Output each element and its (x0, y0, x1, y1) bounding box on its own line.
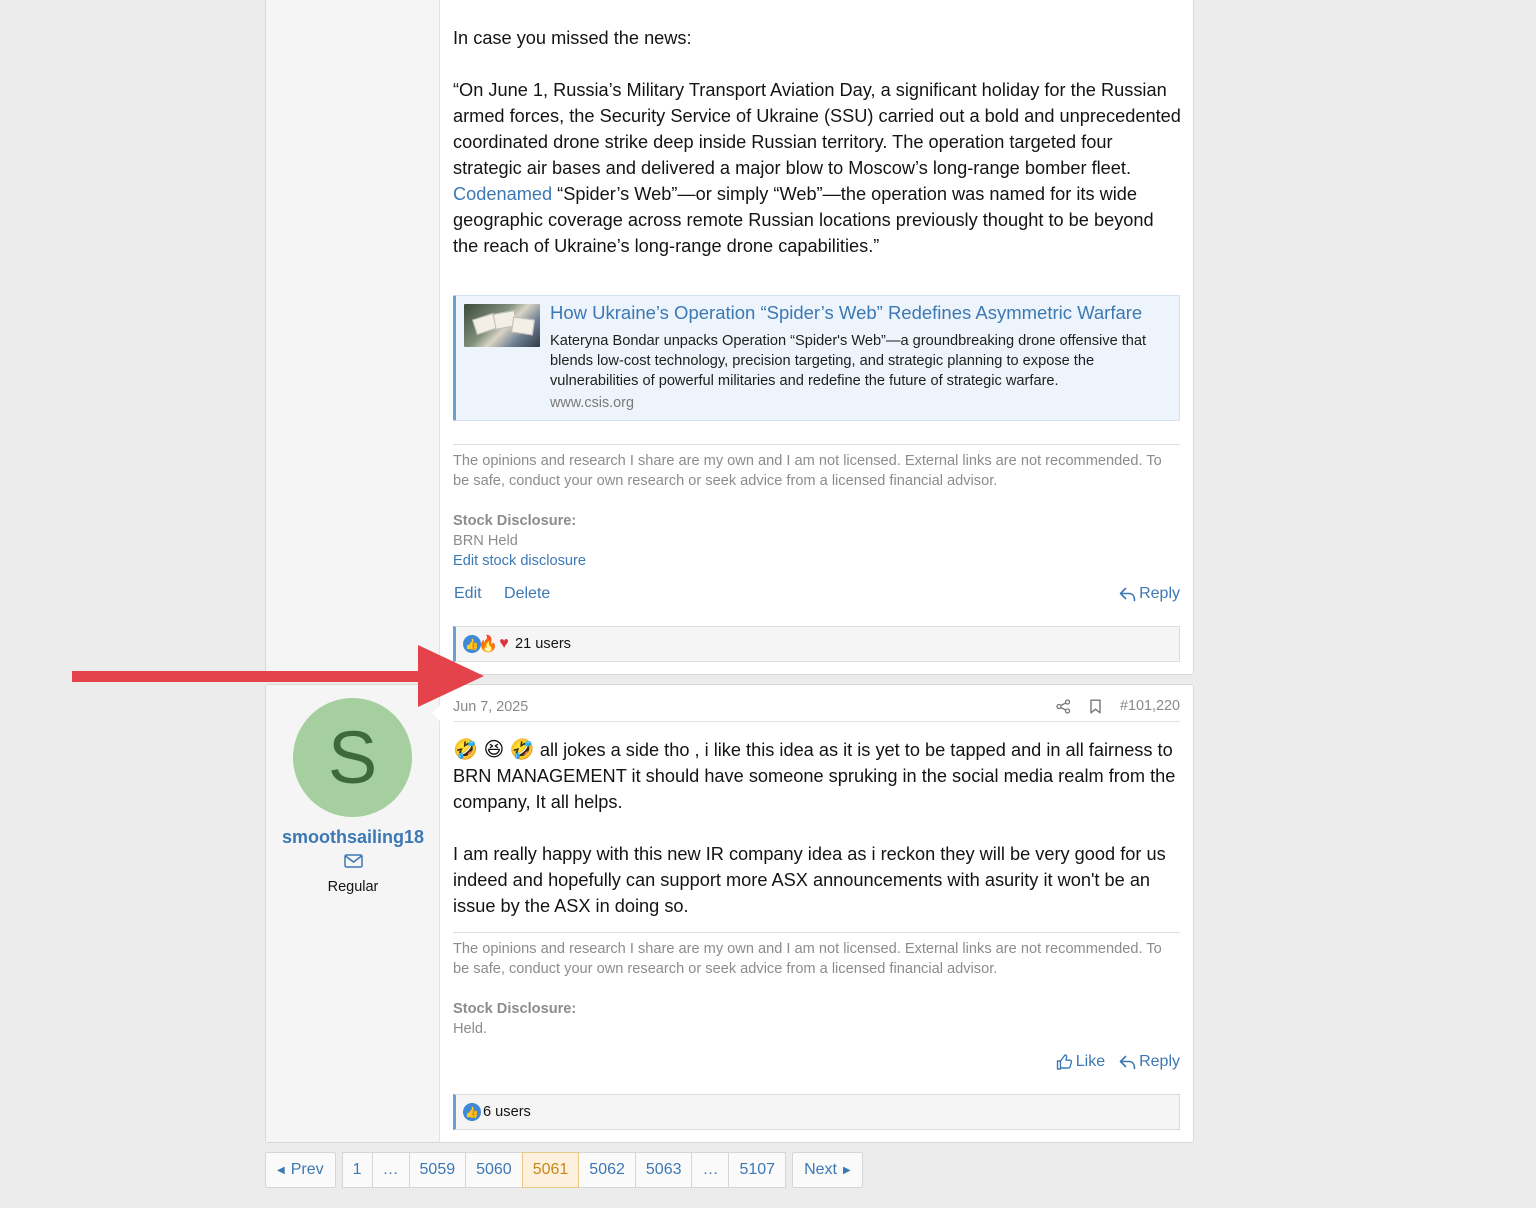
post-smoothsailing18: S smoothsailing18 Regular Jun 7, 2025 #1… (265, 684, 1194, 1143)
post-notch (432, 705, 440, 721)
page-link-last[interactable]: 5107 (728, 1152, 787, 1188)
like-button[interactable]: Like (1056, 1053, 1105, 1071)
page-link-1[interactable]: 1 (341, 1152, 373, 1188)
page-link-5060[interactable]: 5060 (465, 1152, 523, 1188)
reply-button[interactable]: Reply (1119, 585, 1180, 603)
reply-label: Reply (1139, 585, 1180, 602)
envelope-icon (343, 854, 363, 868)
next-label: Next (804, 1161, 837, 1178)
pagination: ◀ Prev 1 … 5059 5060 5061 5062 5063 … 51… (265, 1152, 863, 1188)
reaction-count: 6 users (483, 1104, 531, 1120)
reply-icon (1119, 1055, 1136, 1069)
username-link[interactable]: smoothsailing18 (266, 827, 440, 848)
post-message: 🤣 😆 🤣 all jokes a side tho , i like this… (453, 737, 1183, 919)
stock-disclosure-value: BRN Held (453, 533, 518, 549)
link-preview-title[interactable]: How Ukraine’s Operation “Spider’s Web” R… (550, 302, 1142, 324)
page-link-current[interactable]: 5061 (521, 1152, 580, 1188)
link-preview-domain: www.csis.org (550, 395, 634, 411)
page-ellipsis[interactable]: … (371, 1152, 410, 1188)
user-title: Regular (327, 879, 379, 895)
next-page-button[interactable]: Next ▶ (792, 1152, 863, 1188)
caret-left-icon: ◀ (277, 1164, 285, 1176)
bookmark-icon[interactable] (1089, 699, 1102, 714)
post-actions: Like Reply (453, 1053, 1180, 1077)
emoji-group: 🤣 😆 🤣 (453, 739, 535, 761)
caret-right-icon: ▶ (842, 1164, 851, 1176)
reactions-bar[interactable]: 👍 6 users (453, 1094, 1180, 1130)
reply-button[interactable]: Reply (1119, 1053, 1180, 1071)
annotation-arrow-icon (72, 645, 484, 707)
thumbs-up-icon (1056, 1054, 1072, 1070)
link-preview-thumbnail (464, 304, 540, 347)
reaction-icons: 👍 (463, 1103, 481, 1121)
page-ellipsis[interactable]: … (691, 1152, 730, 1188)
post-actions: Edit Delete Reply (453, 585, 1180, 609)
share-icon[interactable] (1056, 698, 1071, 714)
reply-label: Reply (1139, 1053, 1180, 1070)
reaction-count: 21 users (515, 636, 571, 652)
post-body: In case you missed the news: “On June 1,… (440, 0, 1193, 674)
post-intro: In case you missed the news: (453, 28, 692, 48)
stock-disclosure-value: Held. (453, 1021, 488, 1037)
like-label: Like (1075, 1053, 1106, 1070)
post-quote: “On June 1, Russia’s Military Transport … (453, 77, 1183, 259)
quote-text-2: “Spider’s Web”—or simply “Web”—the opera… (453, 184, 1154, 256)
codenamed-link[interactable]: Codenamed (453, 184, 552, 204)
page-link-5062[interactable]: 5062 (578, 1152, 636, 1188)
stock-disclosure-label: Stock Disclosure: (453, 513, 577, 529)
post-user-column: S smoothsailing18 Regular (266, 685, 440, 1142)
signature-text: The opinions and research I share are my… (453, 941, 1162, 977)
post-previous: In case you missed the news: “On June 1,… (265, 0, 1194, 675)
post-paragraph-1: 🤣 😆 🤣 all jokes a side tho , i like this… (453, 737, 1183, 815)
reply-icon (1119, 587, 1136, 601)
reactions-bar[interactable]: 👍 🔥 ♥ 21 users (453, 626, 1180, 662)
like-reaction-icon: 👍 (463, 1103, 481, 1121)
stock-disclosure-label: Stock Disclosure: (453, 1001, 577, 1017)
link-preview-card[interactable]: How Ukraine’s Operation “Spider’s Web” R… (453, 295, 1180, 421)
prev-label: Prev (290, 1161, 324, 1178)
avatar[interactable]: S (293, 698, 412, 817)
post-user-column (266, 0, 440, 674)
edit-button[interactable]: Edit (454, 585, 482, 602)
post-paragraph-2: I am really happy with this new IR compa… (453, 844, 1166, 916)
post-paragraph-1-text: all jokes a side tho , i like this idea … (453, 740, 1176, 812)
signature: The opinions and research I share are my… (453, 932, 1180, 1039)
signature: The opinions and research I share are my… (453, 444, 1180, 571)
page-numbers: 1 … 5059 5060 5061 5062 5063 … 5107 (341, 1152, 787, 1188)
post-header: Jun 7, 2025 #101,220 (453, 698, 1180, 722)
page-link-5059[interactable]: 5059 (408, 1152, 467, 1188)
edit-stock-disclosure-link[interactable]: Edit stock disclosure (453, 553, 586, 569)
signature-text: The opinions and research I share are my… (453, 453, 1162, 489)
post-body: Jun 7, 2025 #101,220 🤣 😆 🤣 all jokes a s… (432, 685, 1193, 1142)
page-link-5063[interactable]: 5063 (634, 1152, 693, 1188)
message-user-button[interactable] (266, 854, 440, 868)
post-number[interactable]: #101,220 (1120, 698, 1180, 714)
link-preview-description: Kateryna Bondar unpacks Operation “Spide… (550, 333, 1147, 389)
quote-text-1: “On June 1, Russia’s Military Transport … (453, 80, 1181, 178)
post-message: In case you missed the news: “On June 1,… (453, 25, 1183, 259)
heart-reaction-icon: ♥ (499, 635, 509, 652)
prev-page-button[interactable]: ◀ Prev (265, 1152, 336, 1188)
delete-button[interactable]: Delete (504, 585, 550, 602)
